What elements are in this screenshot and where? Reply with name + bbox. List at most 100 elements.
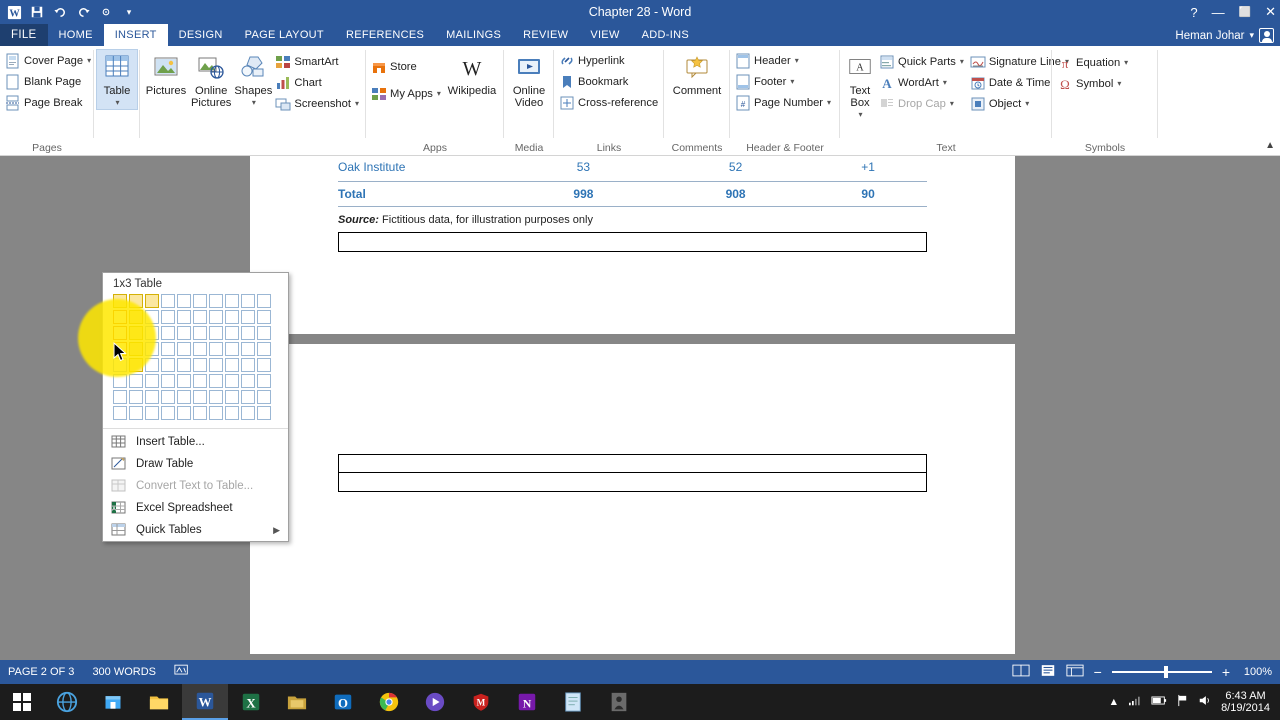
menu-item-excel-spreadsheet[interactable]: X Excel Spreadsheet (103, 497, 288, 519)
grid-cell[interactable] (193, 294, 207, 308)
minimize-button[interactable]: — (1212, 5, 1225, 20)
grid-cell[interactable] (225, 406, 239, 420)
grid-row[interactable] (113, 406, 288, 420)
document-page-2[interactable] (250, 344, 1015, 654)
grid-cell[interactable] (257, 310, 271, 324)
close-button[interactable]: ✕ (1265, 4, 1276, 20)
show-hidden-icons-icon[interactable]: ▲ (1109, 696, 1119, 708)
volume-icon[interactable] (1198, 694, 1212, 710)
tab-file[interactable]: FILE (0, 24, 48, 46)
chevron-down-icon[interactable]: ▾ (827, 98, 831, 107)
grid-cell[interactable] (241, 294, 255, 308)
hyperlink-button[interactable]: Hyperlink (557, 50, 662, 71)
tab-add-ins[interactable]: ADD-INS (631, 24, 700, 46)
system-tray[interactable]: ▲ 6:43 AM 8/19/2014 (1109, 690, 1280, 714)
zoom-slider-thumb[interactable] (1163, 666, 1168, 678)
taskbar-item-onenote[interactable]: N (504, 684, 550, 720)
grid-cell[interactable] (225, 358, 239, 372)
flag-icon[interactable] (1176, 694, 1189, 710)
tab-page-layout[interactable]: PAGE LAYOUT (234, 24, 335, 46)
chevron-down-icon[interactable]: ▾ (355, 99, 359, 108)
grid-cell[interactable] (129, 406, 143, 420)
grid-cell[interactable] (161, 342, 175, 356)
word-count[interactable]: 300 WORDS (92, 666, 156, 678)
quick-access-toolbar[interactable]: W ▾ (0, 0, 137, 24)
cross-reference-button[interactable]: Cross-reference (557, 92, 662, 113)
start-button[interactable] (0, 684, 44, 720)
chevron-down-icon[interactable]: ▾ (943, 78, 947, 87)
battery-icon[interactable] (1151, 695, 1167, 709)
grid-cell[interactable] (257, 390, 271, 404)
text-box-button[interactable]: A Text Box ▾ (843, 50, 877, 121)
taskbar-item-chrome[interactable] (366, 684, 412, 720)
taskbar-item-outlook[interactable]: O (320, 684, 366, 720)
online-pictures-button[interactable]: Online Pictures (189, 50, 233, 109)
inserted-table-row-1[interactable] (338, 454, 927, 473)
grid-cell[interactable] (161, 294, 175, 308)
tab-design[interactable]: DESIGN (168, 24, 234, 46)
grid-cell[interactable] (161, 310, 175, 324)
grid-cell[interactable] (161, 358, 175, 372)
screenshot-button[interactable]: Screenshot ▾ (273, 93, 363, 114)
quick-parts-button[interactable]: Quick Parts ▾ (877, 51, 968, 72)
grid-cell[interactable] (209, 406, 223, 420)
grid-row[interactable] (113, 390, 288, 404)
zoom-level[interactable]: 100% (1240, 666, 1272, 678)
grid-cell[interactable] (177, 390, 191, 404)
customize-qat-icon[interactable]: ▾ (121, 4, 137, 20)
taskbar-item-media-player[interactable] (412, 684, 458, 720)
wikipedia-button[interactable]: W Wikipedia (445, 50, 499, 97)
grid-cell[interactable] (177, 374, 191, 388)
grid-cell[interactable] (177, 326, 191, 340)
grid-cell[interactable] (209, 294, 223, 308)
grid-row[interactable] (113, 374, 288, 388)
grid-cell[interactable] (177, 310, 191, 324)
grid-cell[interactable] (257, 406, 271, 420)
header-button[interactable]: Header ▾ (733, 50, 835, 71)
maximize-button[interactable]: ⬜ (1239, 7, 1251, 18)
touch-mode-icon[interactable] (98, 4, 114, 20)
chevron-down-icon[interactable]: ▾ (87, 56, 91, 65)
help-button[interactable]: ? (1190, 5, 1197, 20)
pictures-button[interactable]: Pictures (143, 50, 189, 97)
grid-cell[interactable] (145, 390, 159, 404)
chevron-down-icon[interactable]: ▾ (790, 77, 794, 86)
grid-cell[interactable] (225, 310, 239, 324)
inserted-table-row-2[interactable] (338, 473, 927, 492)
tab-home[interactable]: HOME (48, 24, 104, 46)
redo-icon[interactable] (75, 4, 91, 20)
chart-button[interactable]: Chart (273, 72, 363, 93)
ribbon-tabs[interactable]: FILE HOME INSERT DESIGN PAGE LAYOUT REFE… (0, 24, 1280, 46)
tab-view[interactable]: VIEW (579, 24, 630, 46)
smartart-button[interactable]: SmartArt (273, 51, 363, 72)
grid-cell[interactable] (241, 358, 255, 372)
print-layout-icon[interactable] (1040, 664, 1056, 680)
cover-page-button[interactable]: Cover Page ▾ (3, 50, 95, 71)
footer-button[interactable]: Footer ▾ (733, 71, 835, 92)
grid-cell[interactable] (257, 374, 271, 388)
menu-item-quick-tables[interactable]: Quick Tables ▶ (103, 519, 288, 541)
grid-cell[interactable] (193, 358, 207, 372)
grid-cell[interactable] (161, 406, 175, 420)
taskbar-item-folder[interactable] (274, 684, 320, 720)
my-apps-button[interactable]: My Apps ▾ (369, 83, 445, 104)
store-button[interactable]: Store (369, 56, 445, 77)
grid-cell[interactable] (241, 342, 255, 356)
grid-cell[interactable] (161, 374, 175, 388)
grid-cell[interactable] (113, 390, 127, 404)
grid-cell[interactable] (177, 342, 191, 356)
page-break-button[interactable]: Page Break (3, 92, 95, 113)
grid-cell[interactable] (241, 374, 255, 388)
grid-cell[interactable] (241, 326, 255, 340)
grid-cell[interactable] (257, 342, 271, 356)
grid-cell[interactable] (225, 374, 239, 388)
online-video-button[interactable]: Online Video (507, 50, 551, 109)
comment-button[interactable]: Comment (668, 50, 726, 97)
grid-cell[interactable] (225, 294, 239, 308)
grid-cell[interactable] (177, 294, 191, 308)
grid-cell[interactable] (209, 326, 223, 340)
chevron-down-icon[interactable]: ▾ (795, 56, 799, 65)
blank-page-button[interactable]: Blank Page (3, 71, 95, 92)
chevron-down-icon[interactable]: ▾ (252, 97, 256, 109)
chevron-down-icon[interactable]: ▾ (1124, 58, 1128, 67)
